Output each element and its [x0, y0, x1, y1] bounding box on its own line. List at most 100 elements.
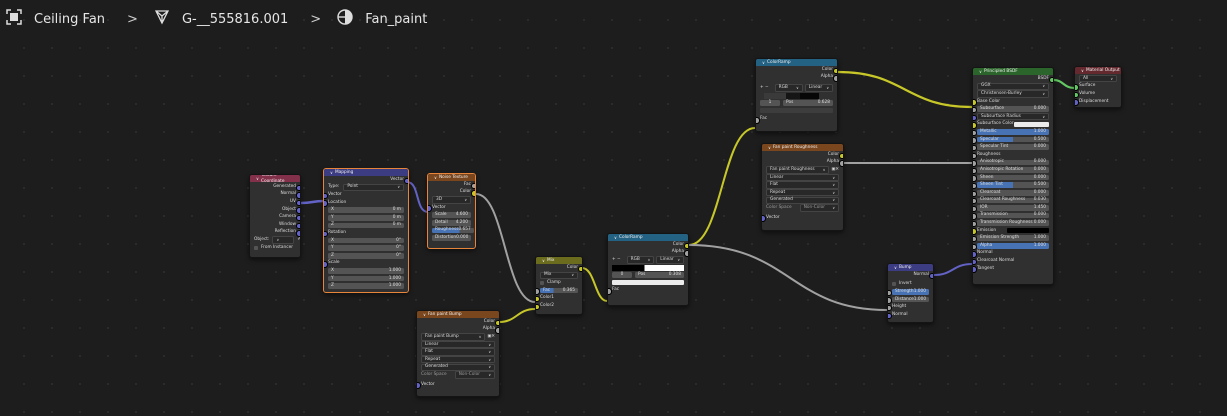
- interpolation-dropdown[interactable]: Linear: [804, 84, 834, 92]
- node-mapping[interactable]: Mapping Vector Type:Point Vector Locatio…: [323, 168, 409, 293]
- node-colorramp-1[interactable]: ColorRamp Color Alpha + −RGBLinear 1Pos0…: [755, 58, 838, 132]
- node-bump[interactable]: Bump Normal Invert Strength1.000 Distanc…: [887, 263, 934, 323]
- stop-color-swatch[interactable]: [760, 108, 833, 114]
- input-socket[interactable]: [973, 266, 977, 273]
- clearcoat-field[interactable]: Clearcoat 0.000: [977, 190, 1049, 196]
- color-space-dropdown[interactable]: Non-Color: [454, 371, 495, 379]
- interpolation-dropdown[interactable]: Linear: [766, 173, 839, 182]
- image-selector[interactable]: Fan paint Bump: [421, 333, 486, 341]
- emission-color-swatch[interactable]: [1007, 228, 1049, 234]
- anisotropic-rotation-field[interactable]: Anisotropic Rotation 0.000: [977, 167, 1049, 173]
- transmission-roughness-field[interactable]: Transmission Roughness 0.000: [977, 220, 1049, 226]
- from-instancer-checkbox[interactable]: From Instancer: [250, 244, 300, 252]
- node-principled-bsdf[interactable]: Principled BSDF BSDF GGX Christensen-Bur…: [972, 67, 1054, 285]
- specular-field[interactable]: Specular 0.500: [977, 137, 1049, 143]
- node-header[interactable]: Texture Coordinate: [250, 175, 300, 184]
- node-header[interactable]: Fan paint Bump: [417, 311, 499, 318]
- color-ramp-gradient[interactable]: [764, 92, 819, 99]
- image-tools-icon[interactable]: ▣✕: [487, 334, 495, 340]
- blend-mode-dropdown[interactable]: Mix: [540, 271, 578, 280]
- fac-field[interactable]: Fac 0.365: [540, 288, 578, 294]
- location-y-field[interactable]: Y0 m: [328, 215, 404, 221]
- subsurface-method-dropdown[interactable]: Christensen-Burley: [977, 90, 1049, 98]
- node-header[interactable]: Noise Texture: [428, 174, 475, 181]
- strength-field[interactable]: Strength 1.000: [892, 289, 929, 295]
- input-socket[interactable]: [417, 382, 421, 389]
- node-header[interactable]: Principled BSDF: [973, 68, 1053, 75]
- node-material-output[interactable]: Material Output All Surface Volume Displ…: [1074, 66, 1122, 108]
- subsurface-field[interactable]: Subsurface 0.000: [977, 106, 1049, 112]
- transmission-field[interactable]: Transmission 0.000: [977, 212, 1049, 219]
- object-field[interactable]: Object:✐: [250, 236, 300, 244]
- subsurface-color-swatch[interactable]: [1013, 121, 1049, 127]
- color-ramp-gradient[interactable]: [612, 264, 684, 271]
- input-socket[interactable]: [536, 303, 540, 310]
- source-dropdown[interactable]: Generated: [766, 196, 839, 205]
- color-mode-dropdown[interactable]: RGB: [774, 84, 803, 92]
- sheen-field[interactable]: Sheen 0.000: [977, 175, 1049, 181]
- input-socket[interactable]: [762, 215, 766, 222]
- input-socket[interactable]: [888, 312, 892, 319]
- output-socket[interactable]: [833, 75, 837, 82]
- roughness-field[interactable]: Roughness 0.657: [432, 227, 474, 234]
- node-image-roughness[interactable]: Fan paint Roughness Color Alpha Fan pain…: [761, 143, 844, 231]
- stop-position-field[interactable]: Pos 0.628: [783, 100, 833, 106]
- projection-dropdown[interactable]: Flat: [421, 348, 495, 356]
- specular-tint-field[interactable]: Specular Tint 0.000: [977, 144, 1049, 150]
- stop-index-field[interactable]: 1: [760, 100, 780, 106]
- node-header[interactable]: ColorRamp: [608, 234, 688, 241]
- stop-index-field[interactable]: 0: [612, 272, 632, 278]
- node-image-bump[interactable]: Fan paint Bump Color Alpha Fan paint Bum…: [416, 310, 500, 397]
- distance-field[interactable]: Distance 1.000: [892, 297, 930, 303]
- alpha-field[interactable]: Alpha 1.000: [977, 243, 1049, 249]
- clamp-checkbox[interactable]: Clamp: [536, 279, 582, 287]
- distribution-dropdown[interactable]: GGX: [977, 82, 1049, 91]
- sheen-tint-field[interactable]: Sheen Tint 0.500: [977, 182, 1049, 188]
- node-header[interactable]: Fan paint Roughness: [762, 144, 843, 151]
- node-header[interactable]: Bump: [888, 264, 933, 271]
- input-socket[interactable]: [1075, 99, 1079, 106]
- projection-dropdown[interactable]: Flat: [766, 181, 839, 189]
- extension-dropdown[interactable]: Repeat: [421, 356, 495, 364]
- node-header[interactable]: Material Output: [1075, 67, 1121, 74]
- input-socket[interactable]: [756, 117, 760, 124]
- node-noise-texture[interactable]: Noise Texture Fac Color 3D Vector Scale4…: [427, 173, 476, 249]
- add-stop-icon[interactable]: + −: [612, 257, 621, 263]
- scale-z-field[interactable]: Z 1.000: [328, 283, 404, 289]
- add-stop-icon[interactable]: + −: [760, 85, 769, 91]
- scale-x-field[interactable]: X 1.000: [328, 268, 404, 274]
- detail-field[interactable]: Detail 4.200: [432, 220, 471, 226]
- interpolation-dropdown[interactable]: Linear: [421, 340, 495, 349]
- distortion-field[interactable]: Distortion 0.000: [432, 235, 472, 241]
- node-header[interactable]: Mapping: [324, 169, 408, 176]
- clearcoat-roughness-field[interactable]: Clearcoat Roughness 0.030: [977, 197, 1049, 204]
- subsurface-radius-dropdown[interactable]: Subsurface Radius: [977, 113, 1049, 121]
- ior-field[interactable]: IOR 1.450: [977, 205, 1049, 211]
- input-socket[interactable]: [608, 288, 612, 295]
- stop-position-field[interactable]: Pos 0.308: [635, 272, 684, 278]
- node-header[interactable]: ColorRamp: [756, 59, 837, 66]
- node-colorramp-2[interactable]: ColorRamp Color Alpha + −RGBLinear 0Pos0…: [607, 233, 689, 306]
- interpolation-dropdown[interactable]: Linear: [656, 256, 685, 264]
- type-dropdown[interactable]: Point: [343, 183, 404, 192]
- rotation-y-field[interactable]: Y 0°: [328, 245, 404, 251]
- color-space-dropdown[interactable]: Non-Color: [799, 204, 839, 212]
- stop-color-swatch[interactable]: [612, 280, 684, 286]
- location-z-field[interactable]: Z0 m: [328, 222, 404, 229]
- output-socket[interactable]: [929, 272, 933, 279]
- scale-y-field[interactable]: Y 1.000: [328, 276, 404, 282]
- anisotropic-field[interactable]: Anisotropic 0.000: [977, 159, 1049, 166]
- node-texture-coordinate[interactable]: Texture Coordinate Generated Normal UV O…: [249, 174, 301, 258]
- image-tools-icon[interactable]: ▣✕: [831, 167, 839, 173]
- rotation-x-field[interactable]: X 0°: [328, 238, 404, 244]
- rotation-z-field[interactable]: Z 0°: [328, 253, 404, 259]
- emission-strength-field[interactable]: Emission Strength 1.000: [977, 235, 1049, 242]
- eyedropper-icon[interactable]: ✐: [297, 237, 300, 243]
- image-selector[interactable]: Fan paint Roughness: [766, 166, 830, 174]
- scale-field[interactable]: Scale 4.600: [432, 212, 471, 218]
- location-x-field[interactable]: X0 m: [328, 207, 404, 213]
- node-mix[interactable]: Mix Color Mix Clamp Fac0.365 Color1 Colo…: [535, 256, 583, 315]
- color-mode-dropdown[interactable]: RGB: [626, 256, 655, 264]
- metallic-field[interactable]: Metallic 1.000: [977, 129, 1049, 135]
- extension-dropdown[interactable]: Repeat: [766, 189, 839, 197]
